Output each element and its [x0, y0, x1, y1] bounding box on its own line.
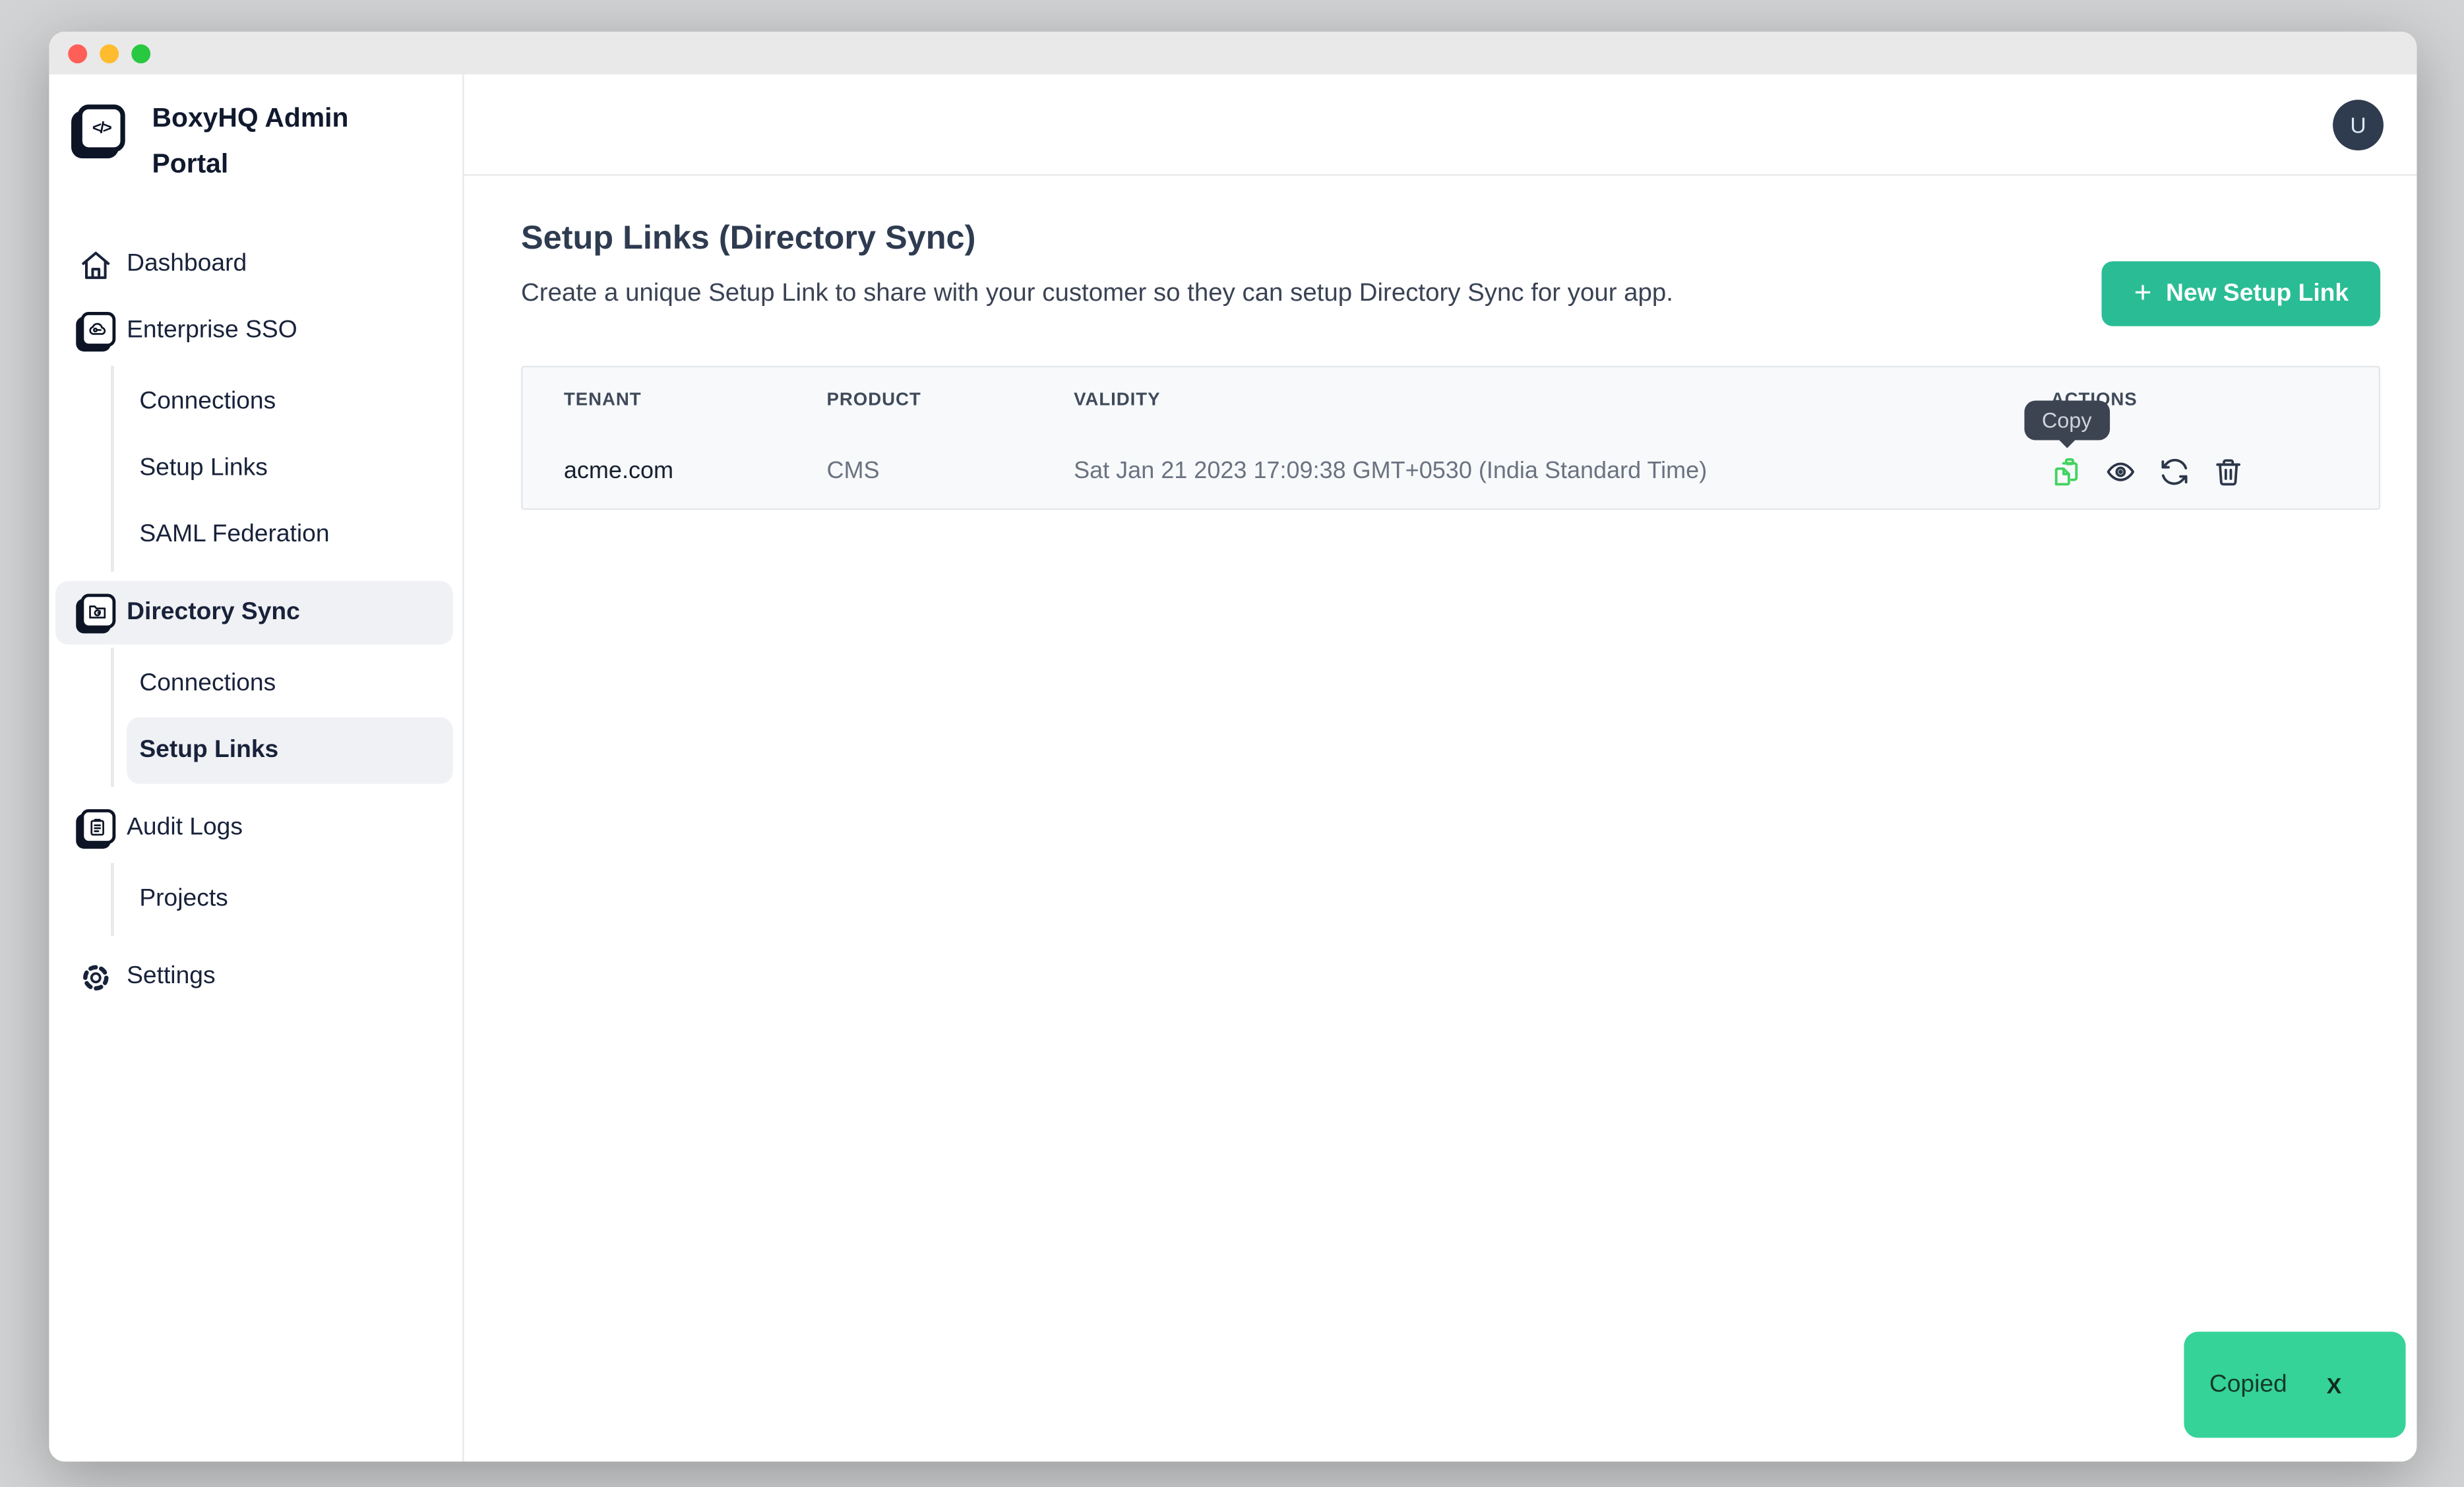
user-avatar[interactable]: U — [2333, 99, 2384, 150]
copied-toast: Copied X — [2184, 1331, 2405, 1438]
page-header-row: Create a unique Setup Link to share with… — [521, 261, 2380, 326]
screen: </> BoxyHQ Admin Portal Dashboard — [0, 0, 2464, 1487]
sidebar-nav: Dashboard Enterprise SSO — [49, 233, 462, 1009]
row-actions: Copy — [2051, 455, 2379, 487]
directory-sync-folder-icon — [80, 593, 115, 628]
plus-icon: + — [2134, 279, 2152, 309]
sidebar-item-sso-setup-links[interactable]: Setup Links — [127, 435, 453, 502]
boxyhq-logo-icon: </> — [78, 104, 125, 152]
copy-action-button[interactable]: Copy — [2051, 455, 2083, 487]
setup-links-table: TENANT PRODUCT VALIDITY ACTIONS acme.com… — [521, 366, 2380, 510]
sidebar-item-label: Dashboard — [127, 250, 247, 278]
eye-icon — [2105, 455, 2136, 487]
delete-action-button[interactable] — [2213, 455, 2244, 487]
sidebar-item-label: Audit Logs — [127, 814, 243, 842]
gear-icon — [75, 956, 115, 997]
sidebar-item-directory-sync[interactable]: Directory Sync — [55, 581, 453, 644]
refresh-icon — [2159, 455, 2190, 487]
app-window: </> BoxyHQ Admin Portal Dashboard — [49, 32, 2417, 1461]
close-window-button[interactable] — [68, 44, 87, 63]
sidebar: </> BoxyHQ Admin Portal Dashboard — [49, 75, 464, 1462]
clipboard-copy-icon — [2051, 455, 2083, 487]
view-action-button[interactable] — [2105, 455, 2136, 487]
window-titlebar — [49, 32, 2417, 75]
maximize-window-button[interactable] — [131, 44, 150, 63]
directory-sync-submenu: Connections Setup Links — [111, 648, 453, 787]
new-setup-link-button[interactable]: + New Setup Link — [2103, 261, 2380, 326]
sidebar-item-label: Directory Sync — [127, 599, 300, 627]
page-description: Create a unique Setup Link to share with… — [521, 280, 2103, 308]
brand-title: BoxyHQ Admin Portal — [152, 95, 361, 187]
page-title: Setup Links (Directory Sync) — [521, 217, 2380, 261]
toast-message: Copied — [2209, 1370, 2287, 1399]
audit-logs-clipboard-icon — [80, 809, 115, 844]
sidebar-item-dashboard[interactable]: Dashboard — [55, 233, 453, 296]
sidebar-item-settings[interactable]: Settings — [55, 946, 453, 1009]
sidebar-item-label: Settings — [127, 963, 216, 991]
home-icon — [75, 244, 115, 285]
new-setup-link-label: New Setup Link — [2166, 280, 2349, 308]
brand[interactable]: </> BoxyHQ Admin Portal — [70, 95, 463, 187]
window-body: </> BoxyHQ Admin Portal Dashboard — [49, 75, 2417, 1462]
topbar: U — [464, 75, 2417, 176]
sidebar-item-dsync-setup-links[interactable]: Setup Links — [127, 717, 453, 784]
sidebar-item-label: Enterprise SSO — [127, 317, 297, 345]
column-header-tenant: TENANT — [564, 391, 827, 410]
sidebar-item-saml-federation[interactable]: SAML Federation — [127, 502, 453, 568]
regenerate-action-button[interactable] — [2159, 455, 2190, 487]
table-row: acme.com CMS Sat Jan 21 2023 17:09:38 GM… — [522, 434, 2378, 508]
trash-icon — [2213, 455, 2244, 487]
cell-product: CMS — [826, 458, 1074, 485]
sidebar-item-enterprise-sso[interactable]: Enterprise SSO — [55, 299, 453, 363]
cell-validity: Sat Jan 21 2023 17:09:38 GMT+0530 (India… — [1074, 458, 2051, 485]
copy-tooltip: Copy — [2024, 400, 2109, 439]
sso-cloud-key-icon — [80, 312, 115, 347]
toast-close-button[interactable]: X — [2327, 1372, 2341, 1397]
sidebar-item-sso-connections[interactable]: Connections — [127, 369, 453, 436]
cell-tenant: acme.com — [564, 458, 827, 485]
column-header-validity: VALIDITY — [1074, 391, 2051, 410]
sidebar-item-dsync-connections[interactable]: Connections — [127, 651, 453, 717]
minimize-window-button[interactable] — [100, 44, 119, 63]
enterprise-sso-submenu: Connections Setup Links SAML Federation — [111, 366, 453, 572]
main-area: U Setup Links (Directory Sync) Create a … — [464, 75, 2417, 1462]
content: Setup Links (Directory Sync) Create a un… — [464, 176, 2417, 1462]
sidebar-item-projects[interactable]: Projects — [127, 866, 453, 933]
audit-logs-submenu: Projects — [111, 863, 453, 936]
column-header-product: PRODUCT — [826, 391, 1074, 410]
sidebar-item-audit-logs[interactable]: Audit Logs — [55, 797, 453, 860]
